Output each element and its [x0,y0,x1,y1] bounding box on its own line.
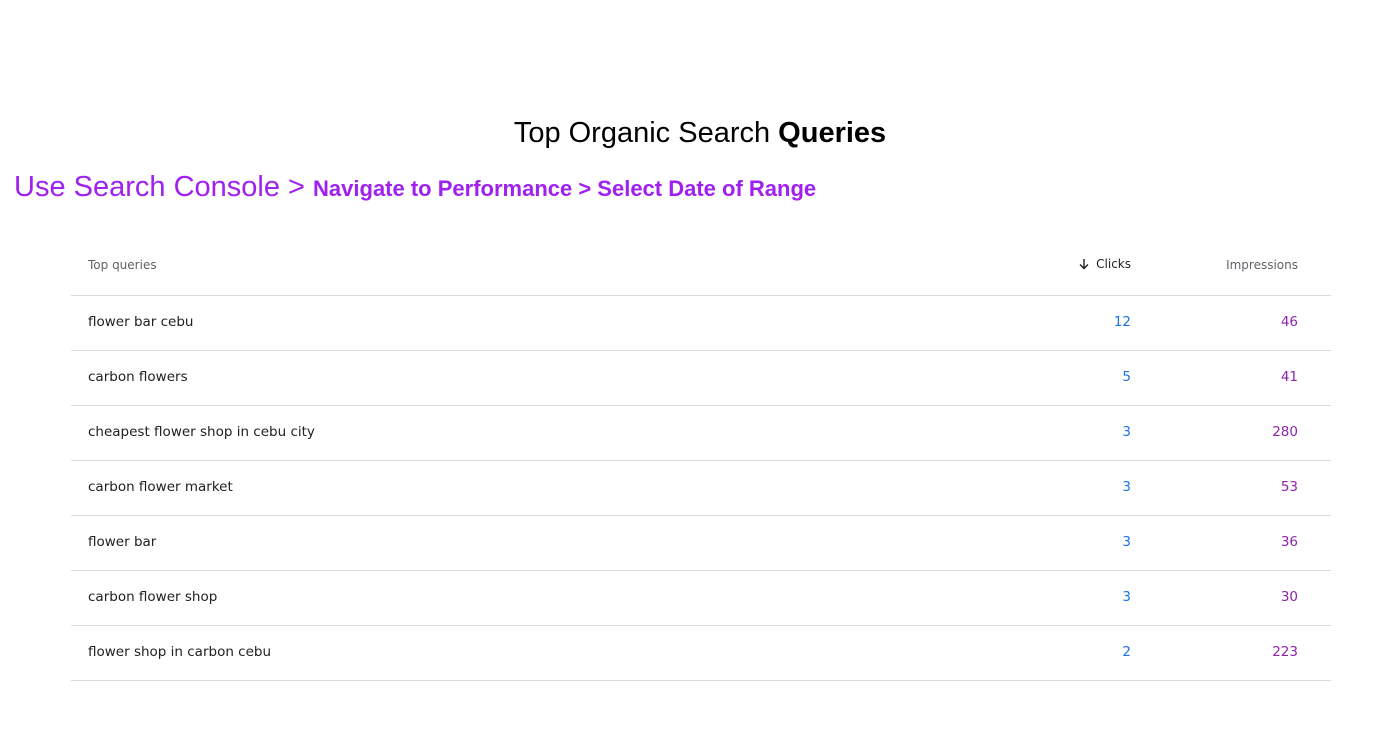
instruction-part2: Navigate to Performance > Select Date of… [313,176,817,201]
table-row[interactable]: carbon flowers 5 41 [71,351,1331,406]
table-row[interactable]: carbon flower market 3 53 [71,461,1331,516]
table-header: Top queries Clicks Impressions [71,237,1331,296]
arrow-down-icon [1079,259,1089,270]
title-bold: Queries [778,117,887,149]
queries-table: Top queries Clicks Impressions flower ba… [71,237,1331,681]
table-row[interactable]: carbon flower shop 3 30 [71,571,1331,626]
impressions-cell: 36 [1280,534,1298,550]
title-regular: Top Organic Search [513,117,779,149]
query-cell: carbon flower shop [88,589,218,605]
header-clicks-label: Clicks [1096,257,1131,271]
impressions-cell: 30 [1280,589,1298,605]
query-cell: flower bar [88,534,157,550]
impressions-cell: 53 [1280,479,1298,495]
clicks-cell: 12 [1113,314,1131,330]
clicks-cell: 3 [1122,424,1131,440]
table-row[interactable]: flower bar cebu 12 46 [71,296,1331,351]
instruction-line: Use Search Console > Navigate to Perform… [14,171,816,204]
query-cell: carbon flower market [88,479,233,495]
clicks-cell: 3 [1122,589,1131,605]
impressions-cell: 41 [1280,369,1298,385]
table-row[interactable]: flower shop in carbon cebu 2 223 [71,626,1331,681]
header-top-queries[interactable]: Top queries [88,258,157,272]
clicks-cell: 5 [1122,369,1131,385]
query-cell: flower bar cebu [88,314,194,330]
header-impressions[interactable]: Impressions [1226,258,1298,272]
impressions-cell: 280 [1272,424,1298,440]
query-cell: carbon flowers [88,369,188,385]
header-clicks[interactable]: Clicks [1078,257,1131,271]
clicks-cell: 3 [1122,479,1131,495]
clicks-cell: 2 [1122,644,1131,660]
page-title: Top Organic Search Queries [0,117,1378,150]
clicks-cell: 3 [1122,534,1131,550]
impressions-cell: 223 [1272,644,1298,660]
instruction-part1: Use Search Console > [14,171,314,203]
query-cell: cheapest flower shop in cebu city [88,424,315,440]
impressions-cell: 46 [1280,314,1298,330]
table-row[interactable]: flower bar 3 36 [71,516,1331,571]
query-cell: flower shop in carbon cebu [88,644,272,660]
table-row[interactable]: cheapest flower shop in cebu city 3 280 [71,406,1331,461]
